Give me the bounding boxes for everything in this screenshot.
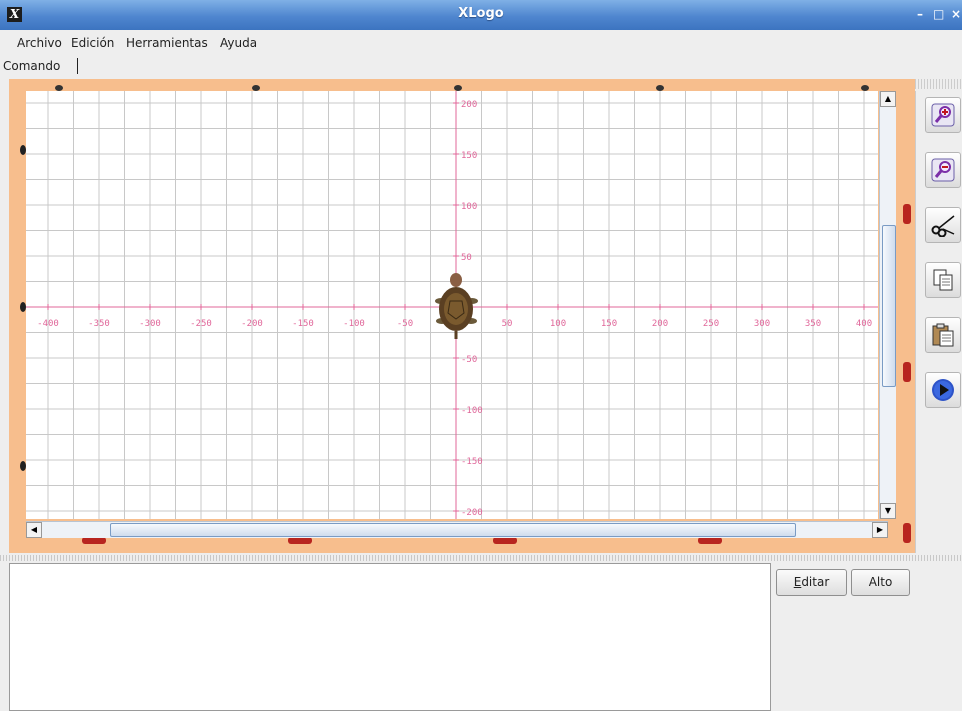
scroll-up-arrow-icon[interactable]: ▲: [880, 91, 896, 107]
copy-button[interactable]: [925, 262, 961, 298]
menu-edicion[interactable]: Edición: [71, 36, 114, 50]
y-tick-label: 200: [461, 100, 477, 110]
x-tick-label: 150: [601, 319, 617, 329]
stop-button[interactable]: Alto: [851, 569, 910, 596]
x-tick-label: -200: [241, 319, 263, 329]
y-tick-label: 100: [461, 202, 477, 212]
play-button[interactable]: [925, 372, 961, 408]
edit-label: ditar: [801, 575, 830, 589]
scroll-down-arrow-icon[interactable]: ▼: [880, 503, 896, 519]
minimize-button[interactable]: –: [917, 7, 923, 21]
y-tick-label: -100: [461, 406, 483, 416]
window-title: XLogo: [458, 6, 504, 21]
horizontal-scroll-thumb[interactable]: [110, 523, 796, 537]
y-tick-label: 50: [461, 253, 472, 263]
y-tick-label: 150: [461, 151, 477, 161]
x-tick-label: 300: [754, 319, 770, 329]
y-tick-label: -50: [461, 355, 477, 365]
paste-icon: [932, 323, 954, 347]
close-button[interactable]: ×: [951, 7, 961, 21]
command-bar: Comando: [0, 55, 962, 78]
x-tick-label: 350: [805, 319, 821, 329]
cut-button[interactable]: [925, 207, 961, 243]
maximize-button[interactable]: □: [933, 7, 944, 21]
x-tick-label: 250: [703, 319, 719, 329]
right-pane-divider: [915, 91, 916, 553]
x-tick-label: 400: [856, 319, 872, 329]
splitter-grip[interactable]: [915, 79, 962, 89]
zoom-in-icon: [931, 103, 955, 127]
menu-ayuda[interactable]: Ayuda: [220, 36, 257, 50]
zoom-in-button[interactable]: [925, 97, 961, 133]
x-tick-label: 50: [502, 319, 513, 329]
menu-bar: Archivo Edición Herramientas Ayuda: [0, 30, 962, 54]
drawing-canvas[interactable]: -400 -350 -300 -250 -200 -150 -100 -50 50 100 150 2…: [26, 91, 878, 519]
y-tick-label: -200: [461, 508, 483, 518]
x-tick-label: -250: [190, 319, 212, 329]
menu-herramientas[interactable]: Herramientas: [126, 36, 208, 50]
cut-icon: [931, 215, 955, 237]
play-icon: [932, 379, 954, 401]
scroll-left-arrow-icon[interactable]: ◀: [26, 522, 42, 538]
panel-splitter[interactable]: [0, 555, 962, 561]
menu-archivo[interactable]: Archivo: [17, 36, 62, 50]
x-tick-label: -150: [292, 319, 314, 329]
text-caret: [77, 58, 78, 74]
x-tick-label: -50: [397, 319, 413, 329]
command-label: Comando: [3, 59, 61, 73]
zoom-out-button[interactable]: [925, 152, 961, 188]
paste-button[interactable]: [925, 317, 961, 353]
x-tick-label: 200: [652, 319, 668, 329]
horizontal-scrollbar[interactable]: ◀ ▶: [26, 521, 888, 538]
edit-button[interactable]: Editar: [776, 569, 847, 596]
x-tick-label: -350: [88, 319, 110, 329]
title-bar: X XLogo – □ ×: [0, 0, 962, 30]
x-tick-label: -100: [343, 319, 365, 329]
vertical-scroll-thumb[interactable]: [882, 225, 896, 387]
copy-icon: [933, 269, 953, 291]
turtle-icon: [435, 273, 478, 339]
x-tick-label: -400: [37, 319, 59, 329]
history-panel[interactable]: [9, 563, 771, 711]
y-tick-label: -150: [461, 457, 483, 467]
scroll-right-arrow-icon[interactable]: ▶: [872, 522, 888, 538]
zoom-out-icon: [931, 158, 955, 182]
x-tick-label: -300: [139, 319, 161, 329]
command-input[interactable]: [70, 56, 962, 78]
x-tick-label: 100: [550, 319, 566, 329]
vertical-scrollbar[interactable]: ▲ ▼: [879, 91, 896, 519]
